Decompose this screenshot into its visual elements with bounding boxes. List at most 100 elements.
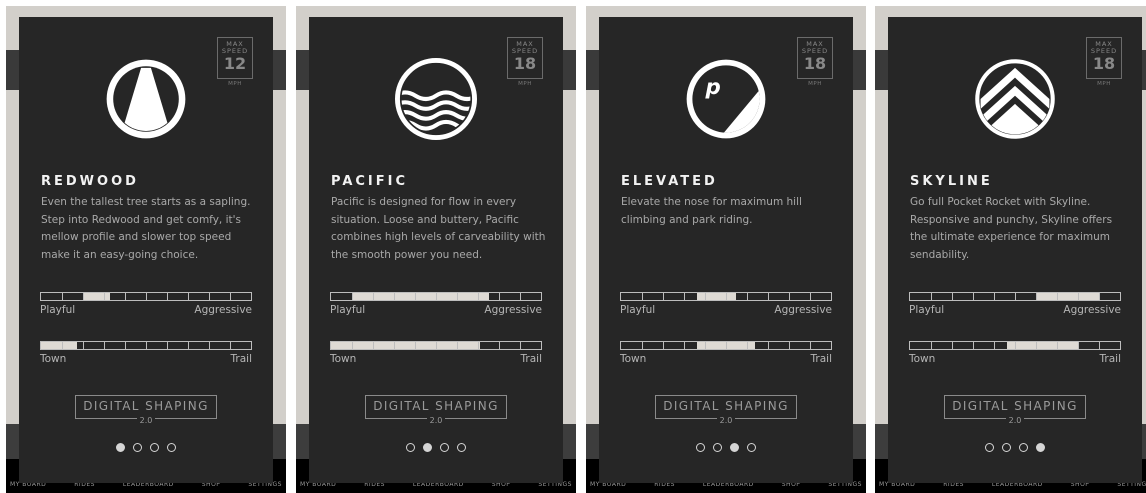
playful-label: Playful [909, 304, 945, 316]
bar-tick [62, 293, 63, 300]
playful-aggressive-bar-fill [1036, 293, 1099, 300]
bar-tick [1099, 342, 1100, 349]
board-name: PACIFIC [331, 174, 409, 189]
max-speed-label: MAX SPEED [221, 40, 249, 55]
bar-tick [457, 293, 458, 300]
trail-label: Trail [230, 353, 252, 365]
bar-tick [1015, 342, 1016, 349]
page-dot[interactable] [116, 443, 125, 452]
page-dot[interactable] [1036, 443, 1045, 452]
redwood-logo-icon [105, 58, 187, 140]
bar-tick [789, 293, 790, 300]
board-description: Go full Pocket Rocket with Skyline. Resp… [910, 196, 1113, 262]
board-description: Even the tallest tree starts as a saplin… [41, 196, 251, 262]
bar-tick [1036, 293, 1037, 300]
digital-shaping-text: DIGITAL SHAPING [83, 399, 209, 413]
max-speed-badge: MAX SPEED 18 [797, 37, 833, 79]
page-dot[interactable] [457, 443, 466, 452]
aggressive-label: Aggressive [1063, 304, 1121, 316]
playful-aggressive-bar [330, 292, 542, 301]
bar-tick [747, 342, 748, 349]
phone-screen: MY BOARDRIDESLEADERBOARDSHOPSETTINGSMAXS… [6, 6, 286, 493]
town-trail-bar [40, 341, 252, 350]
page-indicator [888, 443, 1142, 452]
bar-tick [663, 342, 664, 349]
bar-tick [726, 342, 727, 349]
bar-tick [209, 293, 210, 300]
digital-shaping-version: 2.0 [136, 416, 156, 425]
bar-tick [83, 342, 84, 349]
bar-tick [352, 342, 353, 349]
page-dot[interactable] [713, 443, 722, 452]
bar-tick [520, 342, 521, 349]
bar-tick [810, 342, 811, 349]
page-dot[interactable] [747, 443, 756, 452]
board-card[interactable]: MAX SPEED 18 MPH PACIFIC Pacific is designed … [309, 17, 563, 483]
speed-unit: MPH [1097, 81, 1111, 87]
bar-tick [684, 342, 685, 349]
max-speed-label: MAX SPEED [801, 40, 829, 55]
page-dot[interactable] [1019, 443, 1028, 452]
digital-shaping-badge: DIGITAL SHAPING 2.0 [365, 395, 507, 425]
elevated-p-icon: p [685, 58, 767, 140]
page-dot[interactable] [406, 443, 415, 452]
town-trail-bar-fill [1006, 342, 1078, 349]
page-indicator [599, 443, 853, 452]
bar-tick [1057, 342, 1058, 349]
page-dot[interactable] [423, 443, 432, 452]
bar-tick [1078, 293, 1079, 300]
phone-screen: MY BOARD RIDES LEADERBOARD SHOP SETTINGS p MAX… [586, 6, 866, 493]
skyline-chevron-icon [974, 58, 1056, 140]
bar-tick [230, 293, 231, 300]
bar-tick [931, 293, 932, 300]
bar-tick [705, 293, 706, 300]
max-speed-label: MAX SPEED [511, 40, 539, 55]
bar-tick [125, 342, 126, 349]
speed-unit: MPH [228, 81, 242, 87]
bar-tick [478, 342, 479, 349]
max-speed-badge: MAX SPEED 18 [1086, 37, 1122, 79]
page-dot[interactable] [440, 443, 449, 452]
page-dot[interactable] [730, 443, 739, 452]
bar-tick [104, 342, 105, 349]
trail-label: Trail [1099, 353, 1121, 365]
digital-shaping-badge: DIGITAL SHAPING 2.0 [655, 395, 797, 425]
speed-unit: MPH [808, 81, 822, 87]
page-indicator [19, 443, 273, 452]
aggressive-label: Aggressive [774, 304, 832, 316]
board-card[interactable]: MAX SPEED 18 MPH SKYLINE Go full Pocket Rocke… [888, 17, 1142, 483]
page-dot[interactable] [696, 443, 705, 452]
page-dot[interactable] [133, 443, 142, 452]
digital-shaping-text: DIGITAL SHAPING [663, 399, 789, 413]
bar-tick [994, 342, 995, 349]
bar-tick [1099, 293, 1100, 300]
bar-tick [973, 342, 974, 349]
digital-shaping-version: 2.0 [716, 416, 736, 425]
bar-tick [394, 342, 395, 349]
board-card[interactable]: p MAX SPEED 18 MPH ELEVATED Elevate the nose f… [599, 17, 853, 483]
page-dot[interactable] [985, 443, 994, 452]
aggressive-label: Aggressive [194, 304, 252, 316]
town-trail-bar [620, 341, 832, 350]
playful-aggressive-bar [909, 292, 1121, 301]
bar-tick [768, 293, 769, 300]
page-dot[interactable] [1002, 443, 1011, 452]
board-card[interactable]: MAX SPEED 12 MPH REDWOOD Even the tallest tre… [19, 17, 273, 483]
digital-shaping-text: DIGITAL SHAPING [373, 399, 499, 413]
page-dot[interactable] [167, 443, 176, 452]
playful-label: Playful [330, 304, 366, 316]
page-dot[interactable] [150, 443, 159, 452]
board-description: Pacific is designed for flow in every si… [331, 196, 546, 262]
town-trail-bar [330, 341, 542, 350]
bar-tick [457, 342, 458, 349]
phone-screen: MY BOARDRIDESLEADERBOARDSHOPSETTINGSMAXS… [296, 6, 576, 493]
board-name: REDWOOD [41, 174, 139, 189]
bar-tick [436, 342, 437, 349]
phone-screen: MY BOARDRIDESLEADERBOARDSHOPSETTINGSMAXS… [875, 6, 1146, 493]
bar-tick [705, 342, 706, 349]
bar-tick [125, 293, 126, 300]
bar-tick [83, 293, 84, 300]
playful-label: Playful [620, 304, 656, 316]
town-label: Town [620, 353, 647, 365]
bar-tick [499, 342, 500, 349]
